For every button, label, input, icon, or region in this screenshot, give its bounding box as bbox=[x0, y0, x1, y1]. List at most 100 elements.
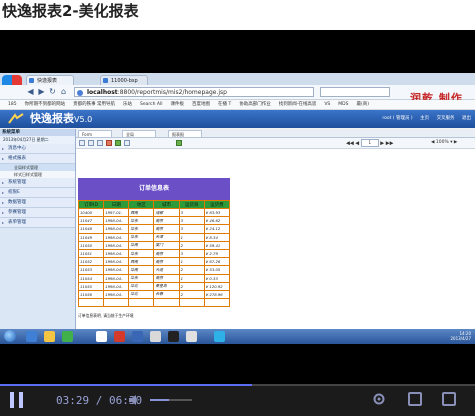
home-icon[interactable]: ⌂ bbox=[59, 87, 68, 96]
refresh-icon[interactable]: ↻ bbox=[48, 87, 57, 96]
settings-icon[interactable] bbox=[372, 392, 386, 406]
table-cell: ¥ 83.93 bbox=[203, 207, 231, 218]
table-cell: 华东 bbox=[128, 273, 155, 283]
start-button-icon[interactable] bbox=[4, 330, 16, 342]
bookmark-item[interactable]: 最(商) bbox=[356, 102, 369, 107]
excel-icon[interactable] bbox=[115, 140, 121, 146]
table-cell: ¥ 0.33 bbox=[203, 273, 231, 283]
table-cell: 1998-04- bbox=[103, 248, 130, 259]
browser-task-icon[interactable] bbox=[214, 331, 225, 342]
bookmark-item[interactable]: 百度地图 bbox=[192, 102, 210, 107]
app-blue-icon[interactable] bbox=[132, 331, 143, 342]
word-icon[interactable] bbox=[124, 140, 130, 146]
pause-icon[interactable] bbox=[10, 392, 24, 408]
browser-search-input[interactable] bbox=[320, 87, 390, 97]
table-cell: 1998-04- bbox=[103, 232, 130, 242]
table-cell: ¥ 24.12 bbox=[203, 224, 231, 234]
sidebar-item[interactable]: 表单管理 bbox=[0, 218, 75, 228]
theater-mode-icon[interactable] bbox=[408, 392, 422, 406]
doc-icon[interactable] bbox=[96, 331, 107, 342]
table-cell: 3 bbox=[178, 224, 205, 234]
logout-link[interactable]: 退出 bbox=[462, 116, 471, 121]
home-link[interactable]: 主页 bbox=[420, 116, 429, 121]
sidebar-item[interactable]: 数据管理 bbox=[0, 198, 75, 208]
table-cell: 1998-04- bbox=[103, 265, 130, 275]
bookmark-item[interactable]: 在播 T bbox=[218, 102, 231, 107]
column-header: 运货费 bbox=[203, 200, 231, 209]
recorded-screen: 快逸报表 11000-bsp ◀ ▶ ↻ ⌂ localhost:8800/re… bbox=[0, 73, 475, 344]
browser-nav-bar: ◀ ▶ ↻ ⌂ localhost:8800/reportmis/mis2/ho… bbox=[0, 85, 475, 105]
browser-tab-report[interactable]: 快逸报表 bbox=[26, 75, 74, 85]
terminal-icon[interactable] bbox=[168, 331, 179, 342]
sidebar: 系统菜单 2013年04月27日 星期二 消息中心格式报表全局样式管理样式日样式… bbox=[0, 129, 76, 329]
bookmark-item[interactable]: 找到新闻-在线高思 bbox=[279, 102, 317, 107]
sidebar-item[interactable]: 格式报表 bbox=[0, 154, 75, 164]
tab-global[interactable]: 全局 bbox=[122, 130, 156, 137]
table-cell: 西南 bbox=[128, 257, 155, 267]
tab-form[interactable]: Form bbox=[78, 130, 112, 137]
browser-tab-second[interactable]: 11000-bsp bbox=[100, 75, 148, 85]
sidebar-subitem[interactable]: 全局样式管理 bbox=[0, 164, 75, 171]
table-cell: 1 bbox=[178, 232, 205, 242]
column-header: 城市 bbox=[153, 200, 180, 209]
volume-slider[interactable] bbox=[150, 399, 192, 401]
address-path: :8800/reportmis/mis2/homepage.jsp bbox=[117, 89, 227, 96]
system-clock[interactable]: 14:20 2013/4/27 bbox=[450, 331, 471, 341]
bookmark-item[interactable]: 你所期不到都的网站 bbox=[25, 102, 66, 107]
table-cell: 11055 bbox=[77, 281, 105, 291]
table-row: 11051 1998-04- 华东 南京 3 ¥ 2.79 bbox=[77, 248, 231, 259]
back-icon[interactable]: ◀ bbox=[26, 87, 35, 96]
bookmark-item[interactable]: 185 bbox=[8, 102, 17, 107]
ie-icon[interactable] bbox=[26, 331, 37, 342]
table-row: 11054 1998-04- 华东 南京 1 ¥ 0.33 bbox=[77, 273, 231, 283]
forward-icon[interactable]: ▶ bbox=[37, 87, 46, 96]
notepad-icon[interactable] bbox=[186, 331, 197, 342]
table-cell bbox=[77, 298, 105, 308]
tab-report[interactable]: 报表报 bbox=[168, 130, 202, 137]
app-gray-icon[interactable] bbox=[150, 331, 161, 342]
print-icon[interactable] bbox=[79, 140, 85, 146]
address-bar[interactable]: localhost:8800/reportmis/mis2/homepage.j… bbox=[74, 87, 314, 97]
explorer-icon[interactable] bbox=[44, 331, 55, 342]
table-cell: 11049 bbox=[77, 232, 105, 242]
sidebar-item[interactable]: 系统管理 bbox=[0, 178, 75, 188]
table-cell: 南京 bbox=[153, 273, 180, 283]
bookmark-item[interactable]: Search All bbox=[140, 102, 162, 107]
table-cell: 11050 bbox=[77, 240, 105, 250]
page-number-input[interactable]: 1 bbox=[360, 139, 379, 147]
refresh-report-icon[interactable] bbox=[176, 140, 182, 146]
export-icon[interactable] bbox=[97, 140, 103, 146]
sidebar-subitem[interactable]: 样式日样式管理 bbox=[0, 171, 75, 178]
main-tab-bar: Form 全局 报表报 bbox=[76, 129, 475, 138]
bookmark-item[interactable]: 课件板 bbox=[171, 102, 185, 107]
zoom-control[interactable]: ◀ 100% ▾ ▶ bbox=[431, 139, 457, 147]
bookmark-item[interactable]: 乐站 bbox=[123, 102, 132, 107]
bookmarks-bar: 185 你所期不到都的网站 贵都的铁事 常用导航 乐站 Search All 课件板 百度地… bbox=[0, 100, 475, 110]
windows-taskbar: 14:20 2013/4/27 bbox=[0, 329, 475, 344]
bookmark-item[interactable]: 协助高部门作业 bbox=[239, 102, 271, 107]
bookmark-item[interactable]: MDS bbox=[338, 102, 348, 107]
tab-favicon-icon bbox=[29, 78, 34, 83]
bookmark-item[interactable]: VS bbox=[324, 102, 330, 107]
table-cell: 西南 bbox=[128, 207, 155, 218]
progress-bar[interactable] bbox=[0, 384, 475, 386]
sidebar-date: 2013年04月27日 星期二 bbox=[0, 136, 75, 144]
sidebar-item[interactable]: 消息中心 bbox=[0, 144, 75, 154]
app-red-icon[interactable] bbox=[114, 331, 125, 342]
fullscreen-icon[interactable] bbox=[442, 392, 456, 406]
volume-icon[interactable] bbox=[128, 393, 142, 407]
table-cell: 11051 bbox=[77, 248, 105, 259]
table-cell: ¥ 8.34 bbox=[203, 232, 231, 242]
bookmark-item[interactable]: 贵都的铁事 常用导航 bbox=[73, 102, 115, 107]
sidebar-item[interactable]: 参赛管理 bbox=[0, 208, 75, 218]
service-link[interactable]: 交叉服务 bbox=[437, 116, 455, 121]
media-icon[interactable] bbox=[62, 331, 73, 342]
sidebar-item[interactable]: 权限E bbox=[0, 188, 75, 198]
save-icon[interactable] bbox=[88, 140, 94, 146]
pdf-icon[interactable] bbox=[106, 140, 112, 146]
table-cell: 大连 bbox=[153, 265, 180, 275]
zoom-value: 100% bbox=[435, 140, 449, 145]
table-cell: 1997-01- bbox=[103, 207, 130, 218]
table-cell: ¥ 2.79 bbox=[203, 248, 231, 259]
table-cell bbox=[178, 298, 205, 308]
